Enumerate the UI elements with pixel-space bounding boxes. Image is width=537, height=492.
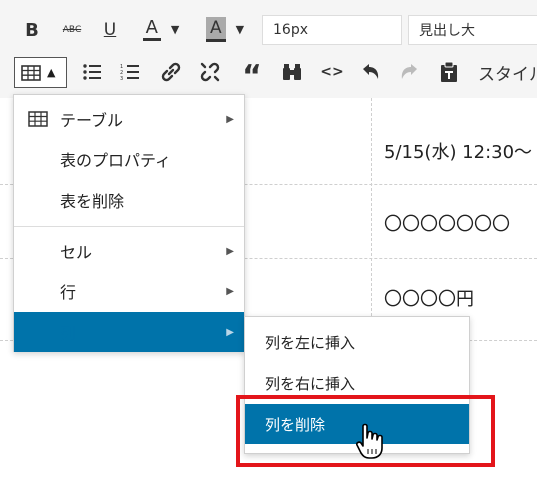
table-button[interactable]: ▲ [14,57,67,88]
redo-button[interactable] [394,58,424,86]
insert-link-button[interactable] [156,57,186,87]
text-color-icon: A [142,17,161,41]
remove-link-button[interactable] [195,57,225,87]
table-icon [21,64,41,81]
table-cell[interactable]: 〇〇〇〇円 [384,285,474,311]
styles-dropdown[interactable]: スタイル [478,58,537,86]
numbered-list-button[interactable]: 1 2 3 [116,58,144,86]
quote-icon: “ [242,59,262,94]
paste-text-button[interactable] [434,57,464,87]
menu-item-label: テーブル [60,111,124,130]
styles-label: スタイル [478,64,537,85]
blockquote-button[interactable]: “ [237,58,267,92]
unlink-icon [200,62,220,82]
menu-item-label: 列を右に挿入 [265,374,356,393]
chevron-right-icon: ▶ [226,245,234,257]
bullet-list-button[interactable] [78,58,106,86]
table-icon [28,111,48,127]
table-column-divider [371,98,372,341]
numbered-list-icon: 1 2 3 [120,64,139,81]
menu-item-label: 列 [60,324,77,343]
background-color-button[interactable]: A ▼ [198,14,252,44]
text-color-button[interactable]: A ▼ [134,14,188,44]
chevron-down-icon: ▼ [170,22,180,36]
chevron-right-icon: ▶ [226,113,234,125]
menu-separator [14,226,244,227]
font-size-value: 16px [273,22,308,38]
underline-icon: U [103,20,117,40]
editor-toolbar: B ABC U A ▼ A ▼ 16px 見出し大 ▲ 1 2 3 “ <> ス… [0,0,537,98]
chevron-right-icon: ▶ [226,285,234,297]
hand-cursor-icon [356,423,383,459]
bold-icon: B [25,19,39,41]
menu-item-table[interactable]: テーブル ▶ [14,99,244,139]
underline-button[interactable]: U [96,16,124,44]
bold-button[interactable]: B [18,16,46,44]
menu-item-column[interactable]: 列 ▶ [14,312,244,352]
caret-up-icon: ▲ [47,66,56,79]
redo-icon [401,64,417,79]
menu-item-row[interactable]: 行 ▶ [14,271,244,311]
code-icon: <> [320,64,344,80]
menu-item-label: 表を削除 [60,192,125,211]
menu-item-label: 列を左に挿入 [265,333,356,352]
binoculars-icon [283,64,301,80]
menu-item-label: 行 [60,283,77,302]
table-menu: テーブル ▶ 表のプロパティ 表を削除 セル ▶ 行 ▶ 列 ▶ [13,94,245,352]
link-icon [161,62,181,82]
menu-item-cell[interactable]: セル ▶ [14,231,244,271]
source-code-button[interactable]: <> [318,58,346,86]
strikethrough-button[interactable]: ABC [56,16,88,44]
menu-item-label: 表のプロパティ [60,151,172,170]
undo-button[interactable] [356,58,386,86]
chevron-down-icon: ▼ [235,22,245,36]
strikethrough-icon: ABC [62,25,82,35]
background-color-icon: A [205,16,226,42]
menu-item-insert-column-left[interactable]: 列を左に挿入 [245,322,469,362]
heading-value: 見出し大 [419,23,475,39]
font-size-select[interactable]: 16px [262,15,402,45]
clipboard-icon [441,61,457,82]
menu-item-delete-table[interactable]: 表を削除 [14,180,244,220]
table-cell[interactable]: 〇〇〇〇〇〇〇 [384,210,510,236]
find-replace-button[interactable] [277,58,307,86]
menu-item-label: セル [60,243,93,262]
undo-icon [363,64,379,79]
bullet-list-icon [83,64,101,80]
svg-text:3: 3 [120,76,123,81]
heading-select[interactable]: 見出し大 [408,15,537,45]
chevron-right-icon: ▶ [226,326,234,338]
table-cell[interactable]: 5/15(水) 12:30〜 [384,138,532,164]
menu-item-table-properties[interactable]: 表のプロパティ [14,139,244,179]
